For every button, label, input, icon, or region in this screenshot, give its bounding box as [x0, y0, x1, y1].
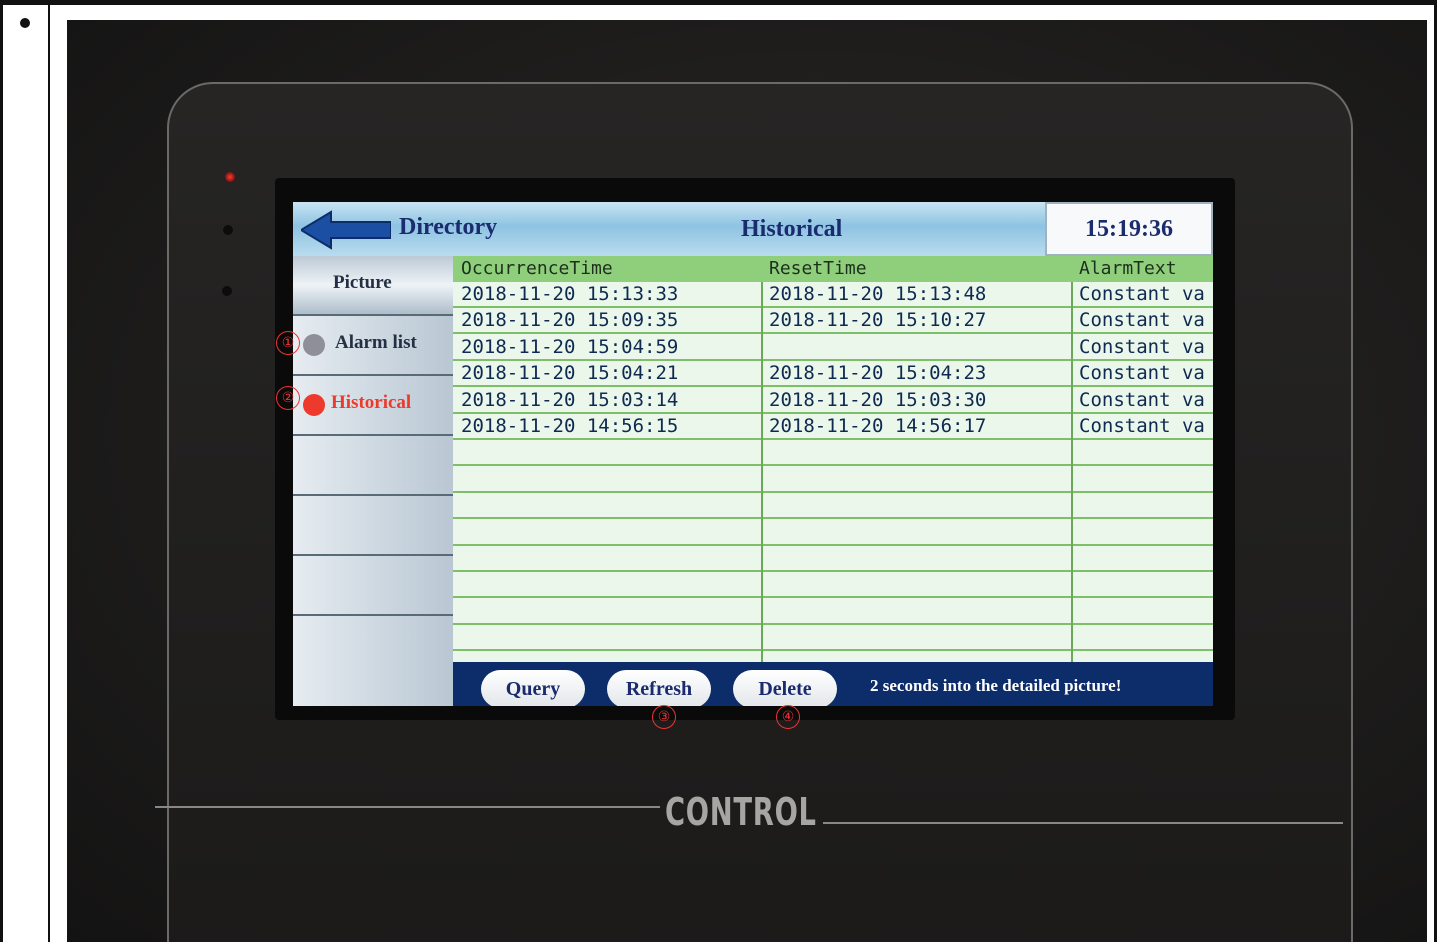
table-cell: 2018-11-20 15:13:48: [769, 283, 987, 305]
sidebar-item-empty: [293, 496, 453, 556]
sidebar-item-empty: [293, 436, 453, 496]
table-cell: Constant va: [1079, 283, 1205, 305]
delete-button[interactable]: Delete: [733, 670, 837, 706]
sidebar-item-label: Alarm list: [335, 332, 417, 353]
control-label: CONTROL: [665, 790, 817, 834]
table-row[interactable]: 2018-11-20 15:04:21 2018-11-20 15:04:23 Co…: [453, 361, 1213, 388]
clock-display: 15:19:36: [1045, 202, 1213, 256]
sidebar-item-label: Historical: [331, 392, 412, 413]
table-cell: 2018-11-20 15:10:27: [769, 309, 987, 332]
column-divider: [761, 282, 763, 662]
alarm-history-table[interactable]: OccurrenceTime ResetTime AlarmText 2018-…: [453, 256, 1213, 662]
table-row[interactable]: 2018-11-20 15:04:59 Constant va: [453, 335, 1213, 361]
table-cell: Constant va: [1079, 388, 1205, 411]
table-cell: Constant va: [1079, 335, 1205, 358]
table-cell: 2018-11-20 15:04:23: [769, 362, 987, 385]
column-divider: [1071, 282, 1073, 662]
table-cell: 2018-11-20 15:04:59: [461, 335, 679, 358]
frame-top-border: [0, 0, 1437, 5]
status-message: 2 seconds into the detailed picture!: [870, 676, 1122, 695]
page-title: Historical: [741, 216, 843, 242]
column-header: OccurrenceTime: [461, 258, 613, 279]
table-cell: 2018-11-20 14:56:15: [461, 415, 679, 437]
table-row-empty: [453, 493, 1213, 520]
control-line-right: [823, 822, 1343, 824]
table-row-empty: [453, 572, 1213, 599]
sidebar-item-label: Picture: [333, 272, 392, 293]
table-cell: 2018-11-20 15:03:14: [461, 388, 679, 411]
status-led-red: [225, 172, 235, 182]
sidebar-item-alarm-list[interactable]: Alarm list: [293, 316, 453, 376]
control-line-left: [155, 806, 660, 808]
callout-marker: ①: [276, 331, 300, 355]
table-cell: 2018-11-20 15:09:35: [461, 309, 679, 332]
sidebar: Picture Alarm list Historical: [293, 256, 453, 706]
device-photo: CONTROL Directory Historical 15:19:36 Pi…: [67, 20, 1427, 942]
table-cell: 2018-11-20 15:13:33: [461, 283, 679, 305]
table-row-empty: [453, 599, 1213, 625]
directory-button[interactable]: Directory: [399, 214, 497, 241]
table-cell: Constant va: [1079, 362, 1205, 385]
callout-marker: ②: [276, 386, 300, 410]
header-bar: Directory Historical 15:19:36: [293, 202, 1213, 256]
table-cell: 2018-11-20 15:04:21: [461, 362, 679, 385]
status-led: [222, 286, 232, 296]
status-led: [223, 225, 233, 235]
table-header: OccurrenceTime ResetTime AlarmText: [453, 256, 1213, 282]
column-header: ResetTime: [769, 258, 867, 279]
query-button[interactable]: Query: [481, 670, 585, 706]
table-row[interactable]: 2018-11-20 15:03:14 2018-11-20 15:03:30 Co…: [453, 388, 1213, 414]
status-dot-icon: [303, 334, 325, 356]
table-cell: Constant va: [1079, 415, 1205, 437]
table-row-empty: [453, 625, 1213, 652]
callout-marker: ③: [652, 705, 676, 729]
bullet-point: [20, 18, 30, 28]
hmi-screen: Directory Historical 15:19:36 Picture Al…: [293, 202, 1213, 706]
refresh-button[interactable]: Refresh: [607, 670, 711, 706]
table-row[interactable]: 2018-11-20 14:56:15 2018-11-20 14:56:17 Co…: [453, 414, 1213, 440]
active-dot-icon: [303, 394, 325, 416]
sidebar-item-picture[interactable]: Picture: [293, 256, 453, 316]
table-cell: 2018-11-20 14:56:17: [769, 415, 987, 437]
callout-marker: ④: [776, 705, 800, 729]
table-row-empty: [453, 440, 1213, 467]
toolbar: Query Refresh Delete 2 seconds into the …: [453, 662, 1213, 706]
column-header: AlarmText: [1079, 258, 1177, 279]
table-row-empty: [453, 546, 1213, 572]
frame-column-divider: [48, 0, 50, 942]
table-row-empty: [453, 520, 1213, 546]
table-row[interactable]: 2018-11-20 15:09:35 2018-11-20 15:10:27 Co…: [453, 308, 1213, 335]
table-cell: Constant va: [1079, 309, 1205, 332]
back-arrow-icon[interactable]: [301, 210, 391, 250]
sidebar-item-empty: [293, 556, 453, 616]
table-row[interactable]: 2018-11-20 15:13:33 2018-11-20 15:13:48 Co…: [453, 282, 1213, 308]
frame-left-border: [0, 0, 3, 942]
table-row-empty: [453, 467, 1213, 493]
table-cell: 2018-11-20 15:03:30: [769, 388, 987, 411]
sidebar-item-historical[interactable]: Historical: [293, 376, 453, 436]
